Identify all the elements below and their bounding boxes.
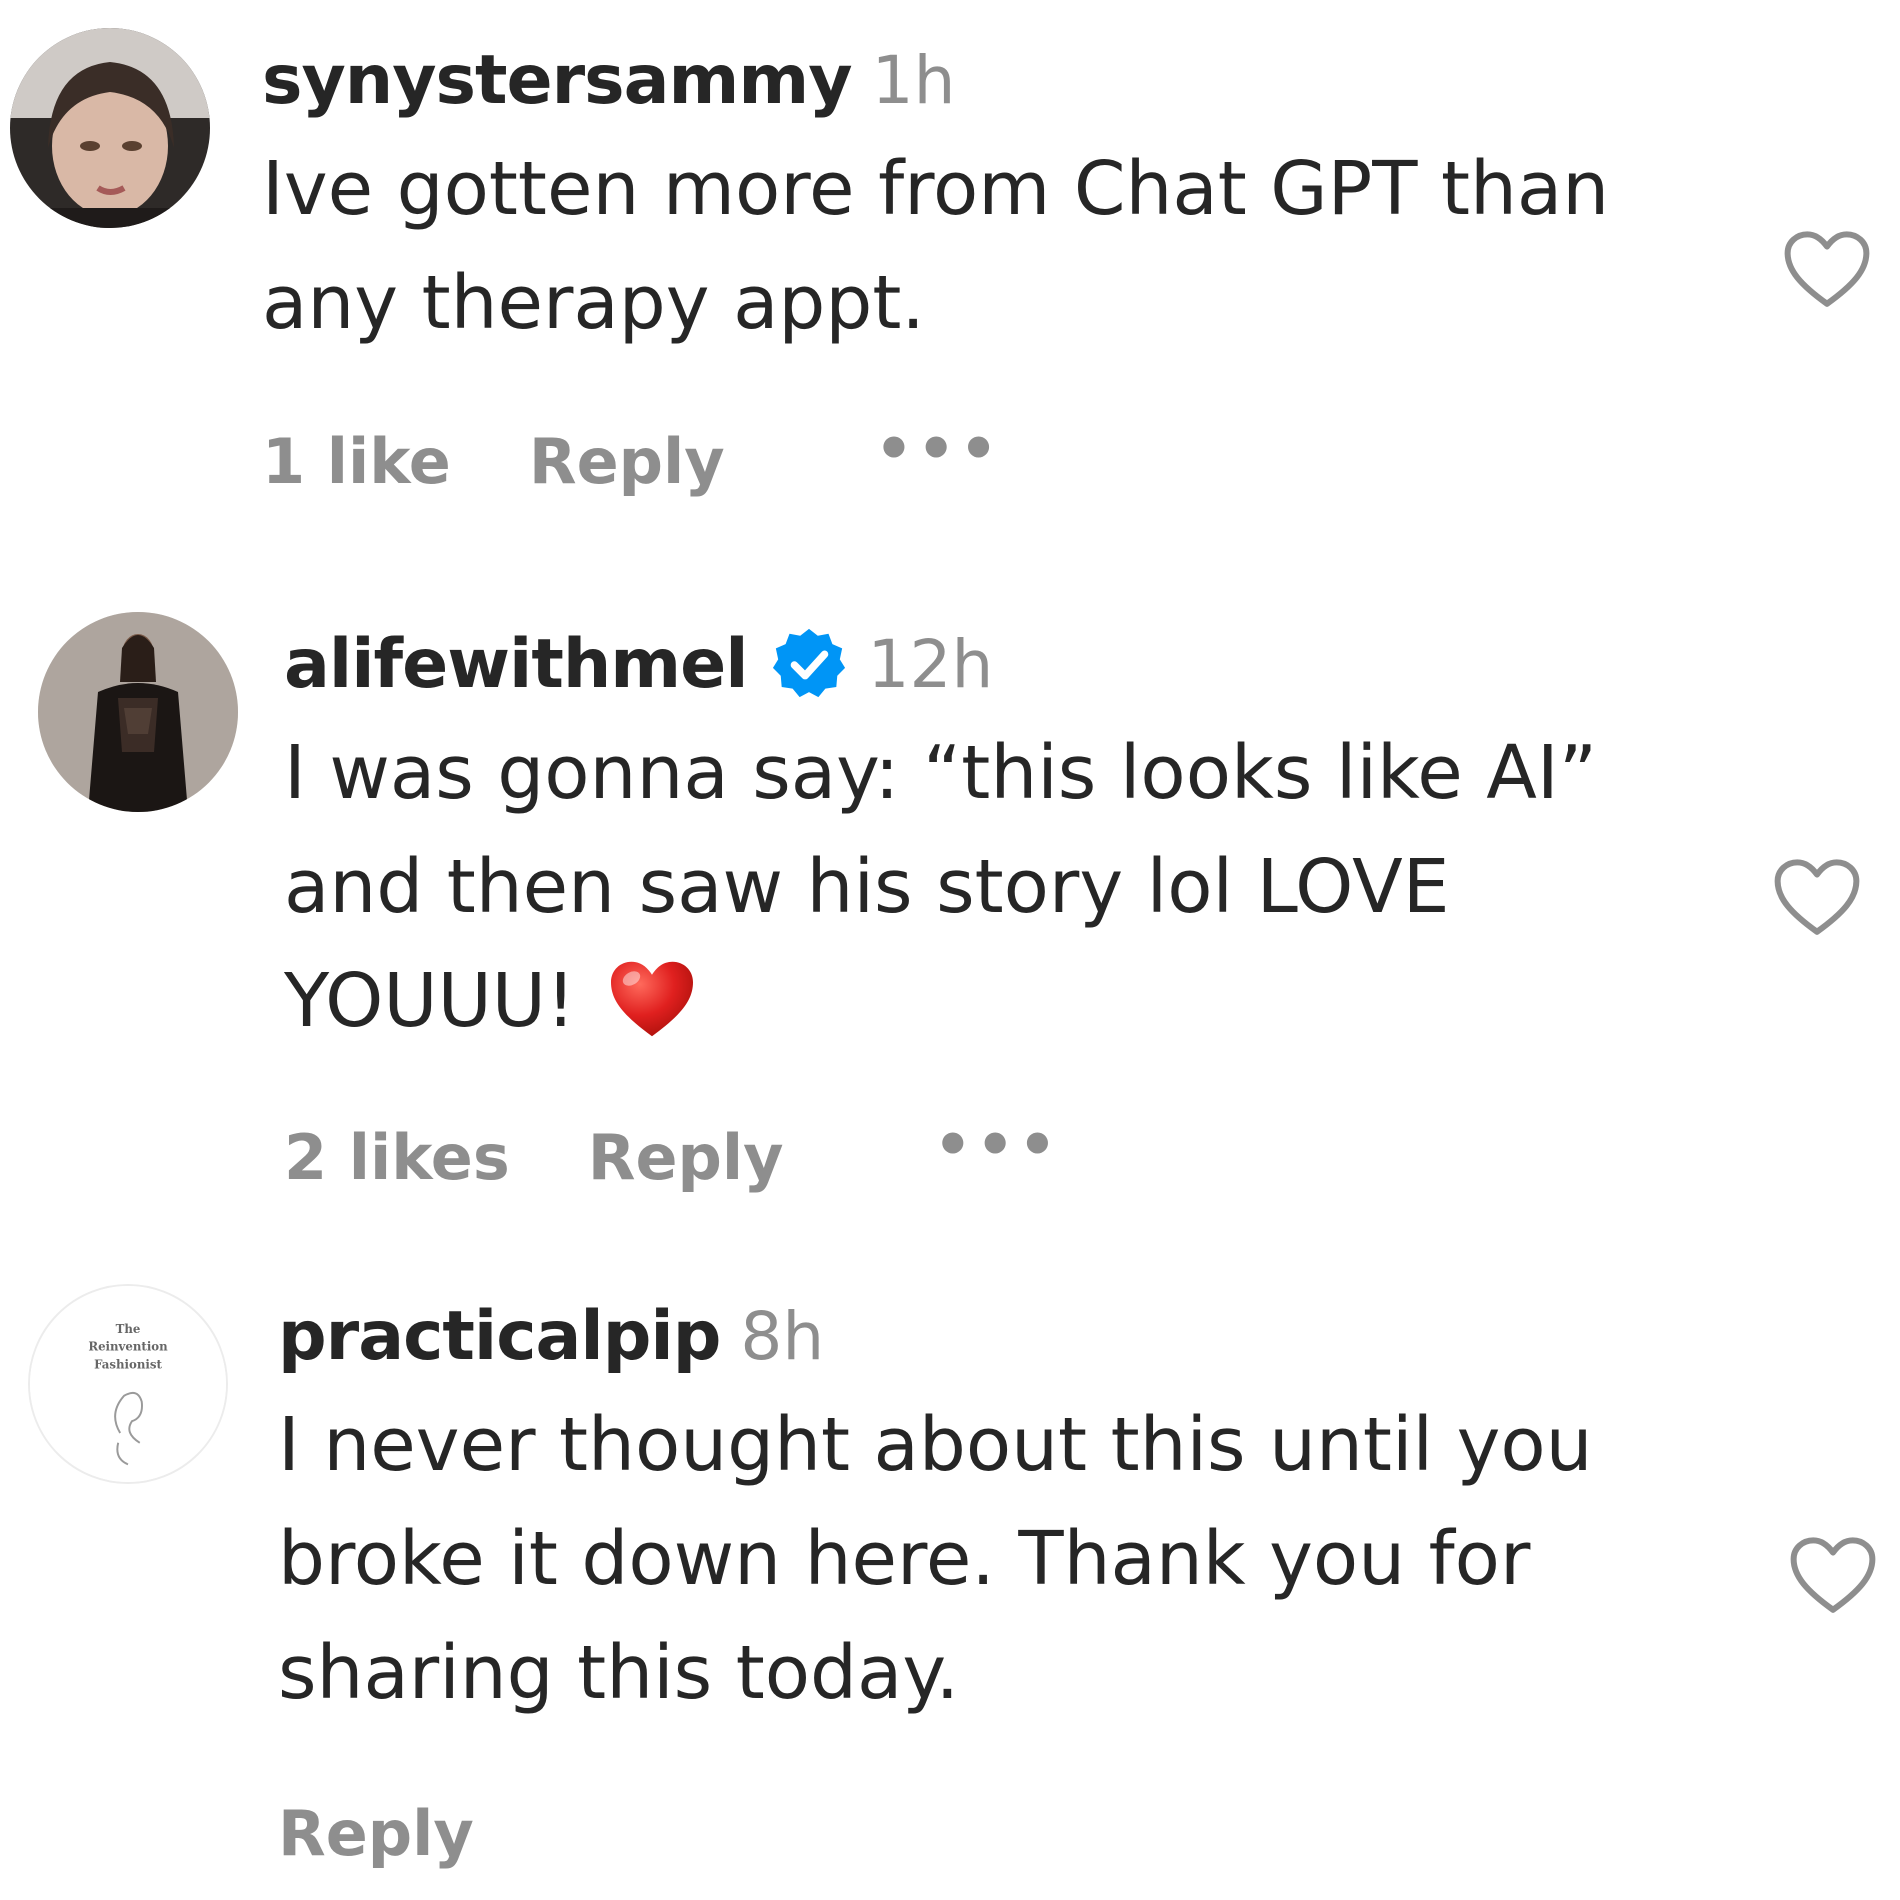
avatar[interactable]: The Reinvention Fashionist <box>28 1284 228 1484</box>
avatar-logo: The Reinvention Fashionist <box>30 1286 226 1482</box>
comment-text: Ive gotten more from Chat GPT than any t… <box>262 132 1609 360</box>
timestamp: 12h <box>867 625 994 703</box>
username[interactable]: alifewithmel <box>284 625 749 704</box>
avatar-logo-text: The <box>116 1322 141 1336</box>
avatar-photo <box>38 612 238 812</box>
username[interactable]: synystersammy <box>262 41 853 120</box>
like-count[interactable]: 2 likes <box>284 1121 510 1194</box>
comment-item: alifewithmel 12h I was gonna say: “this … <box>0 612 1900 1232</box>
like-count[interactable]: 1 like <box>262 425 451 498</box>
comment-text-line: any therapy appt. <box>262 260 925 346</box>
comment-item: synystersammy 1h Ive gotten more from Ch… <box>0 28 1900 548</box>
timestamp: 8h <box>740 1297 825 1375</box>
reply-button[interactable]: Reply <box>529 425 725 498</box>
avatar[interactable] <box>38 612 238 812</box>
comment-text-line: and then saw his story lol LOVE <box>284 844 1450 930</box>
timestamp: 1h <box>871 41 956 119</box>
avatar-photo <box>10 28 210 228</box>
comment-text-fragment: YOUUU! <box>284 958 576 1044</box>
more-options-button[interactable]: ••• <box>934 1115 1061 1189</box>
username[interactable]: practicalpip <box>278 1297 721 1376</box>
more-options-button[interactable]: ••• <box>875 419 1002 493</box>
comment-text-line: broke it down here. Thank you for <box>278 1516 1531 1602</box>
like-heart-icon[interactable] <box>1772 856 1862 940</box>
like-heart-icon[interactable] <box>1782 228 1872 312</box>
avatar[interactable] <box>10 28 210 228</box>
red-heart-emoji-icon <box>606 958 698 1040</box>
reply-button[interactable]: Reply <box>278 1797 474 1870</box>
comment-text-line: Ive gotten more from Chat GPT than <box>262 146 1610 232</box>
comment-text-line: I was gonna say: “this looks like AI” <box>284 730 1598 816</box>
avatar-logo-text: Fashionist <box>94 1357 162 1371</box>
comment-text-line: I never thought about this until you <box>278 1402 1593 1488</box>
like-heart-icon[interactable] <box>1788 1534 1878 1618</box>
comment-text-line: YOUUU! <box>284 944 1597 1058</box>
comment-text: I never thought about this until you bro… <box>278 1388 1593 1730</box>
avatar-logo-text: Reinvention <box>88 1340 168 1354</box>
reply-button[interactable]: Reply <box>588 1121 784 1194</box>
verified-badge-icon <box>770 625 848 703</box>
comment-text-line: sharing this today. <box>278 1630 960 1716</box>
comment-text: I was gonna say: “this looks like AI” an… <box>284 716 1597 1058</box>
comment-item: The Reinvention Fashionist practicalpip … <box>0 1284 1900 1900</box>
